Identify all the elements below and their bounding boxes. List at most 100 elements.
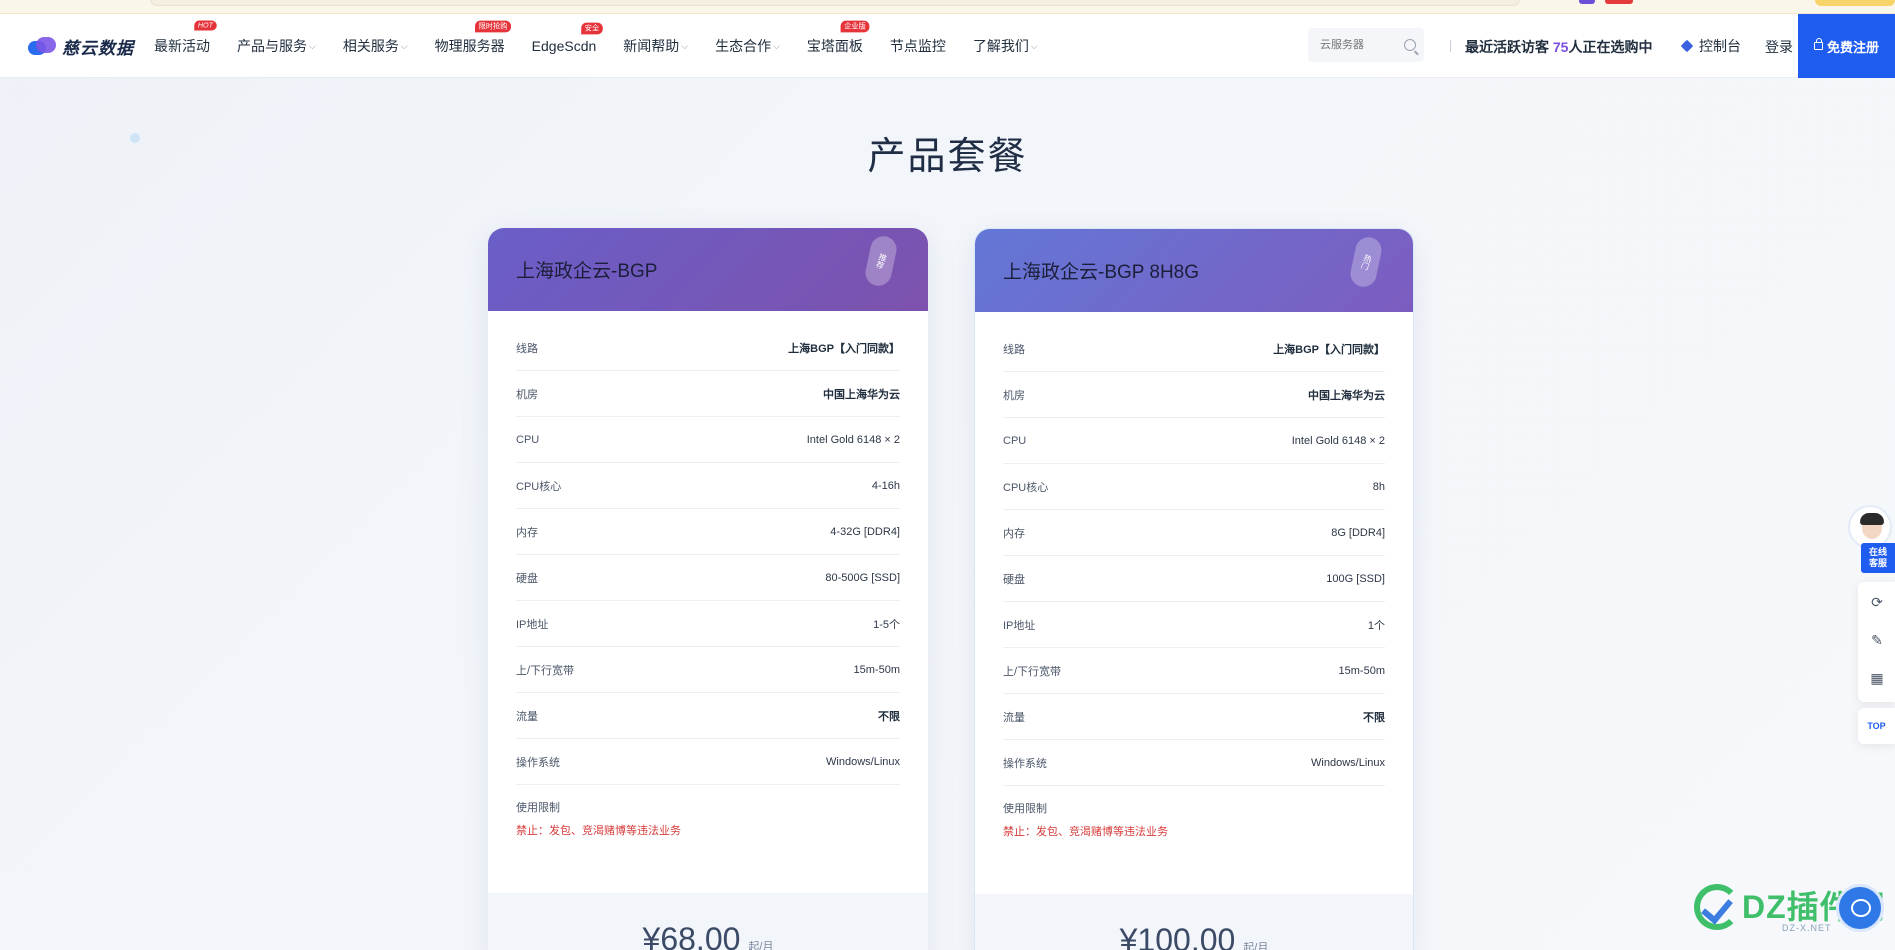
promo-mini-badge [1579,0,1595,4]
qrcode-icon[interactable]: ▦ [1869,670,1885,686]
register-button[interactable]: 免费注册 [1798,14,1895,78]
nav-item-label: 生态合作 [715,38,772,54]
spec-value: 上海BGP【入门同款】 [1273,343,1385,356]
spec-key: 线路 [516,342,538,355]
spec-row: 线路 上海BGP【入门同款】 [516,325,900,371]
usage-limit: 使用限制 禁止：发包、竞渴赌博等违法业务 [516,785,900,838]
spec-key: IP地址 [1003,619,1036,632]
spec-row: CPU Intel Gold 6148 × 2 [516,417,900,463]
nav-item-label: 最新活动 [154,38,210,54]
spec-key: CPU核心 [1003,481,1049,494]
product-card: 上海政企云-BGP 8H8G 热门 线路 上海BGP【入门同款】 机房 中国上海华为云… [974,228,1414,950]
spec-row: 流量 不限 [516,693,900,739]
nav-item[interactable]: 物理服务器 限时抢购 [435,20,511,56]
spec-value: 4-32G [DDR4] [830,525,900,538]
promo-button[interactable] [1815,0,1895,6]
card-header: 上海政企云-BGP 8H8G 热门 [975,229,1413,312]
logo[interactable]: 慈云数据 [28,32,134,60]
spec-value: 100G [SSD] [1326,572,1385,585]
spec-row: 上/下行宽带 15m-50m [516,647,900,693]
site-header: 慈云数据 最新活动 HOT 产品与服务 ⌵ 相关服务 ⌵ 物理服务器 限时抢购 EdgeScdn… [0,14,1895,78]
spec-key: IP地址 [516,618,549,631]
online-support-label: 在线 [1868,547,1887,557]
cube-icon [1680,39,1694,53]
nav-item[interactable]: 产品与服务 ⌵ [237,36,316,56]
online-support-label: 客服 [1868,558,1887,568]
refresh-icon[interactable]: ⟳ [1869,594,1885,610]
nav-item[interactable]: 相关服务 ⌵ [343,36,408,56]
spec-row: CPU Intel Gold 6148 × 2 [1003,418,1385,464]
nav-item[interactable]: 宝塔面板 企业版 [807,20,870,56]
nav-item[interactable]: 节点监控 [890,36,946,56]
nav-item-label: 相关服务 [342,38,399,54]
chevron-down-icon: ⌵ [309,40,316,51]
avatar-hair [1860,513,1884,525]
register-label: 免费注册 [1826,39,1879,55]
lock-icon [1813,38,1823,50]
visitors-count: 75 [1552,39,1569,55]
nav-item[interactable]: 了解我们 ⌵ [973,36,1038,56]
card-tag-label: 热门 [1359,252,1373,272]
back-to-top-button[interactable]: TOP [1858,708,1895,744]
divider [1450,40,1451,52]
card-header: 上海政企云-BGP 推荐 [488,228,928,311]
card-tag: 热门 [1348,234,1384,290]
spec-key: CPU [516,433,540,446]
usage-limit-label: 使用限制 [516,802,560,814]
search-input[interactable] [1320,39,1394,51]
spec-row: IP地址 1-5个 [516,601,900,647]
spec-value: 1个 [1367,619,1385,632]
promo-bar[interactable] [150,0,1520,6]
promo-mini-badge [1605,0,1633,4]
price-unit: 起/月 [748,941,774,950]
section-title: 产品套餐 [867,136,1028,178]
spec-row: IP地址 1个 [1003,602,1385,648]
spec-key: 内存 [516,526,538,539]
spec-row: 硬盘 80-500G [SSD] [516,555,900,601]
spec-list: 线路 上海BGP【入门同款】 机房 中国上海华为云 CPU Intel Gold 6148… [975,312,1413,839]
spec-row: 内存 4-32G [DDR4] [516,509,900,555]
usage-limit-text: 禁止：发包、竞渴赌博等违法业务 [1003,826,1168,838]
spec-key: 上/下行宽带 [516,664,575,677]
spec-row: 上/下行宽带 15m-50m [1003,648,1385,694]
visitors-suffix: 人正在选购中 [1568,39,1653,55]
spec-value: 中国上海华为云 [1308,389,1385,402]
visitors-prefix: 最近活跃访客 [1465,39,1553,55]
spec-value: Intel Gold 6148 × 2 [806,433,900,446]
chat-bubble-button[interactable] [1836,884,1884,932]
nav-item[interactable]: 最新活动 HOT [154,20,217,56]
spec-row: CPU核心 8h [1003,464,1385,510]
spec-key: 流量 [1003,711,1025,724]
nav-item[interactable]: 新闻帮助 ⌵ [623,36,688,56]
spec-key: 流量 [516,710,538,723]
price: ¥100.00 [1119,922,1236,950]
main-nav: 最新活动 HOT 产品与服务 ⌵ 相关服务 ⌵ 物理服务器 限时抢购 EdgeScdn 安全 新闻帮… [154,14,1065,78]
spec-value: 上海BGP【入门同款】 [788,342,900,355]
nav-item[interactable]: EdgeScdn 安全 [531,22,604,54]
card-title: 上海政企云-BGP 8H8G [1003,262,1200,283]
brand-name: 慈云数据 [62,38,134,58]
console-link[interactable]: 控制台 [1680,36,1741,56]
float-tool-panel: ⟳ ✎ ▦ [1858,582,1895,702]
spec-value: 4-16h [871,479,900,492]
watermark-sub: DZ-X.NET [1782,923,1832,933]
online-support-button[interactable]: 在线 客服 [1861,543,1895,573]
nav-item[interactable]: 生态合作 ⌵ [715,36,780,56]
chevron-down-icon: ⌵ [1030,40,1038,51]
card-tag: 推荐 [863,233,899,289]
spec-value: 8h [1372,480,1385,493]
spec-key: 操作系统 [516,756,560,769]
search-box[interactable] [1308,28,1424,62]
spec-row: 线路 上海BGP【入门同款】 [1003,326,1385,372]
top-promo-strip [0,0,1895,14]
product-card: 上海政企云-BGP 推荐 线路 上海BGP【入门同款】 机房 中国上海华为云 CPU In… [488,228,928,950]
spec-key: 内存 [1003,527,1025,540]
login-link[interactable]: 登录 [1765,37,1793,57]
edit-icon[interactable]: ✎ [1869,632,1885,648]
spec-value: 80-500G [SSD] [825,571,900,584]
chevron-down-icon: ⌵ [681,40,689,51]
nav-item-label: EdgeScdn [531,38,597,54]
search-icon[interactable] [1404,39,1416,51]
nav-item-label: 产品与服务 [237,38,307,54]
spec-value: 15m-50m [1338,664,1385,677]
